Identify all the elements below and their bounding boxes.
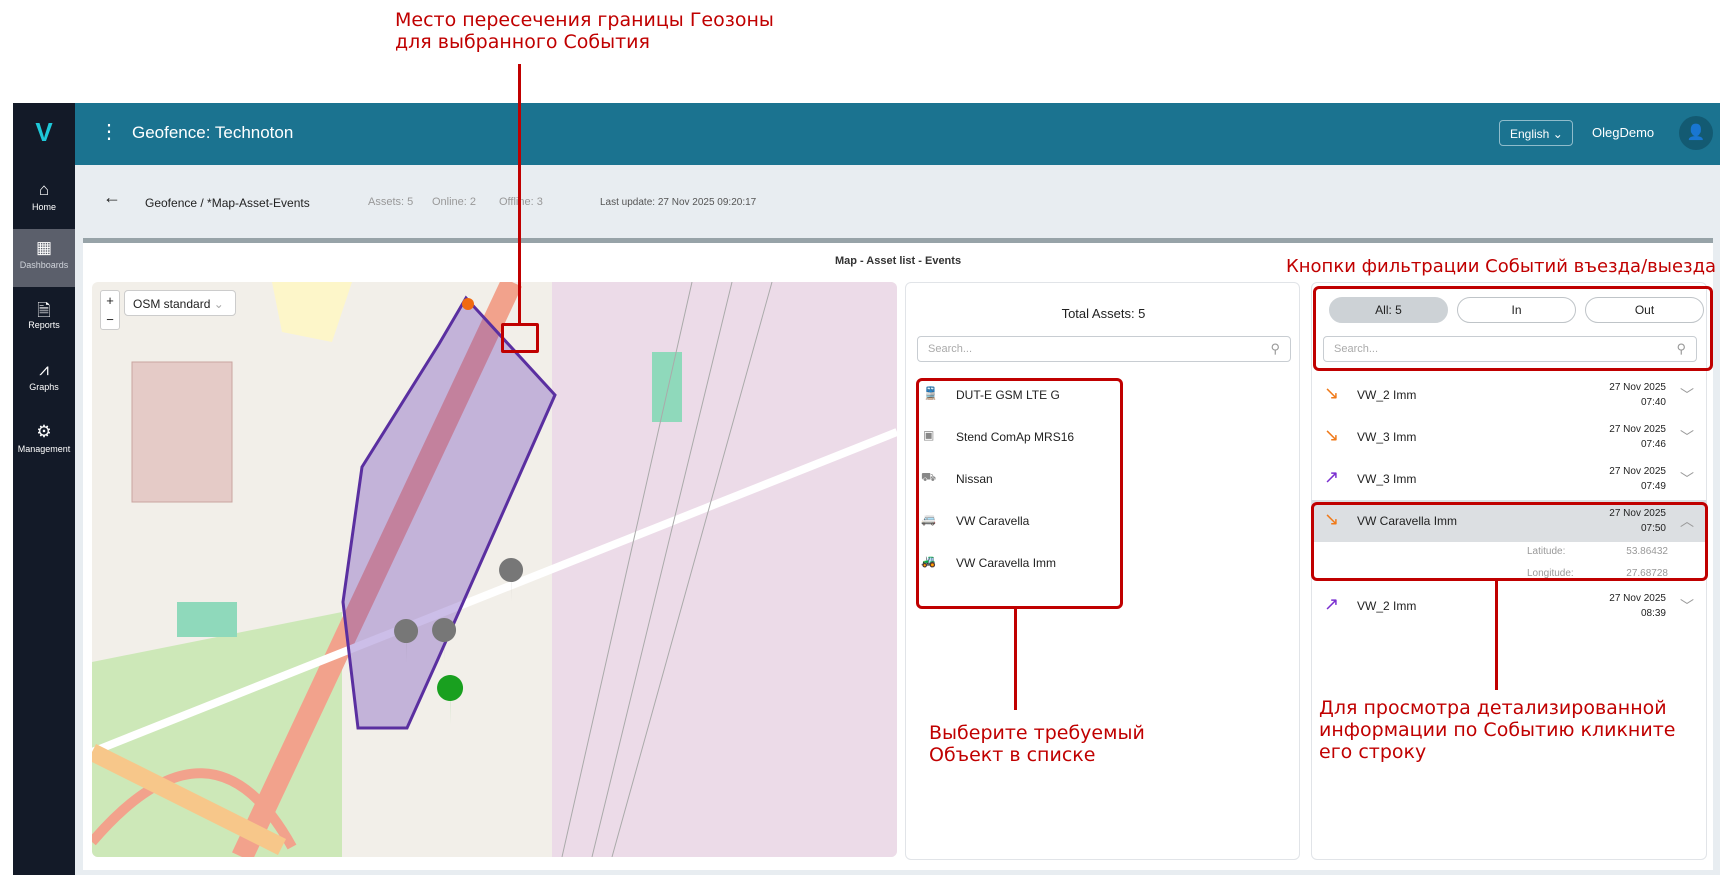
layer-value: OSM standard bbox=[133, 297, 211, 311]
annotation-line: Для просмотра детализированной bbox=[1319, 697, 1667, 719]
event-asset-name: VW_2 Imm bbox=[1357, 388, 1417, 402]
header: ⋮ Geofence: Technoton English ⌄ OlegDemo… bbox=[75, 103, 1720, 165]
gear-icon: ⚙ bbox=[36, 422, 52, 441]
intersection-point[interactable] bbox=[462, 298, 474, 310]
user-name[interactable]: OlegDemo bbox=[1592, 125, 1654, 140]
annotation-filters: Кнопки фильтрации Событий въезда/выезда bbox=[1286, 256, 1717, 277]
event-asset-name: VW_3 Imm bbox=[1357, 430, 1417, 444]
home-icon: ⌂ bbox=[38, 180, 50, 199]
sports-area bbox=[177, 602, 237, 637]
sidebar-item-reports[interactable]: 🗎 Reports bbox=[13, 289, 75, 347]
event-time: 07:49 bbox=[1640, 481, 1666, 492]
assets-count: Assets: 5 bbox=[368, 196, 414, 208]
annotation-highlight bbox=[916, 378, 1123, 609]
chevron-down-icon[interactable]: ﹀ bbox=[1680, 596, 1694, 616]
label: Dashboards bbox=[19, 260, 69, 270]
annotation-pointer bbox=[1014, 608, 1017, 710]
map-layer-select[interactable]: OSM standard ⌄ bbox=[124, 290, 236, 316]
annotation-line: информации по Событию кликните bbox=[1319, 719, 1676, 741]
arrow-down-right-icon: ↘ bbox=[1324, 425, 1340, 445]
event-time: 07:46 bbox=[1640, 439, 1666, 450]
annotation-intersection: Место пересечения границы Геозоны для выб… bbox=[395, 9, 774, 53]
language-select[interactable]: English ⌄ bbox=[1499, 120, 1573, 146]
arrow-up-right-icon: ↗ bbox=[1324, 467, 1340, 487]
report-icon: 🗎 bbox=[37, 301, 51, 320]
chevron-down-icon: ⌄ bbox=[213, 297, 224, 311]
sidebar-item-home[interactable]: ⌂ Home bbox=[13, 171, 75, 229]
annotation-line: его строку bbox=[1319, 741, 1427, 763]
last-update: Last update: 27 Nov 2025 09:20:17 bbox=[600, 197, 757, 208]
sidebar-item-management[interactable]: ⚙ Management bbox=[13, 413, 75, 471]
building bbox=[131, 361, 233, 503]
event-date: 27 Nov 2025 bbox=[1609, 424, 1666, 435]
arrow-up-right-icon: ↗ bbox=[1324, 594, 1340, 614]
arrow-down-right-icon: ↘ bbox=[1324, 383, 1340, 403]
event-datetime: 27 Nov 2025 07:46 bbox=[1609, 422, 1666, 452]
chevron-down-icon[interactable]: ﹀ bbox=[1680, 469, 1694, 489]
online-count: Online: 2 bbox=[432, 196, 477, 208]
graph-icon: ⩘ bbox=[39, 360, 49, 379]
event-datetime: 27 Nov 2025 07:40 bbox=[1609, 380, 1666, 410]
event-datetime: 27 Nov 2025 07:49 bbox=[1609, 464, 1666, 494]
event-datetime: 27 Nov 2025 08:39 bbox=[1609, 591, 1666, 621]
annotation-line: Место пересечения границы Геозоны bbox=[395, 9, 774, 31]
event-date: 27 Nov 2025 bbox=[1609, 466, 1666, 477]
chevron-down-icon[interactable]: ﹀ bbox=[1680, 427, 1694, 447]
event-row[interactable]: ↗ VW_2 Imm 27 Nov 2025 08:39 ﹀ bbox=[1312, 585, 1706, 627]
event-time: 07:40 bbox=[1640, 397, 1666, 408]
annotation-pointer bbox=[518, 64, 521, 324]
annotation-select: Выберите требуемый Объект в списке bbox=[929, 722, 1145, 766]
annotation-details: Для просмотра детализированной информации… bbox=[1319, 697, 1675, 763]
dashboard-icon: ▦ bbox=[35, 238, 53, 257]
avatar[interactable]: 👤 bbox=[1679, 116, 1713, 150]
event-time: 08:39 bbox=[1640, 608, 1666, 619]
annotation-line: Объект в списке bbox=[929, 744, 1096, 766]
annotation-highlight bbox=[501, 323, 539, 353]
event-date: 27 Nov 2025 bbox=[1609, 593, 1666, 604]
breadcrumb: Geofence / *Map-Asset-Events bbox=[145, 196, 310, 210]
annotation-pointer bbox=[1495, 580, 1498, 690]
annotation-highlight bbox=[1311, 502, 1708, 581]
event-row[interactable]: ↗ VW_3 Imm 27 Nov 2025 07:49 ﹀ bbox=[1312, 458, 1706, 500]
kindergarten-area bbox=[272, 282, 352, 342]
sidebar: V ⌂ Home ▦ Dashboards 🗎 Reports ⩘ Graphs ⚙ Ma… bbox=[13, 103, 75, 875]
industrial-area bbox=[552, 282, 897, 857]
label: Graphs bbox=[29, 382, 59, 392]
language-value: English bbox=[1510, 127, 1550, 141]
event-asset-name: VW_3 Imm bbox=[1357, 472, 1417, 486]
annotation-line: Выберите требуемый bbox=[929, 722, 1145, 744]
total-assets: Total Assets: 5 bbox=[1061, 306, 1146, 321]
label: Management bbox=[17, 444, 71, 454]
logo-icon[interactable]: V bbox=[13, 117, 75, 148]
event-asset-name: VW_2 Imm bbox=[1357, 599, 1417, 613]
label: Home bbox=[31, 202, 56, 212]
search-icon: ⚲ bbox=[1270, 341, 1280, 356]
chevron-down-icon: ⌄ bbox=[1552, 127, 1563, 141]
page-title: Geofence: Technoton bbox=[132, 123, 294, 142]
annotation-line: для выбранного События bbox=[395, 31, 650, 53]
zoom-controls: + − bbox=[100, 290, 120, 330]
map-canvas[interactable] bbox=[92, 282, 897, 857]
label: Reports bbox=[28, 320, 60, 330]
annotation-highlight bbox=[1313, 286, 1713, 371]
event-date: 27 Nov 2025 bbox=[1609, 382, 1666, 393]
sidebar-item-dashboards[interactable]: ▦ Dashboards bbox=[13, 229, 75, 287]
chevron-down-icon[interactable]: ﹀ bbox=[1680, 385, 1694, 405]
geofence-polygon[interactable] bbox=[341, 295, 557, 730]
more-menu-icon[interactable]: ⋮ bbox=[99, 119, 119, 144]
event-row[interactable]: ↘ VW_2 Imm 27 Nov 2025 07:40 ﹀ bbox=[1312, 374, 1706, 416]
selected-asset-marker[interactable] bbox=[437, 675, 464, 725]
sports-area bbox=[652, 352, 682, 422]
placeholder: Search... bbox=[928, 343, 973, 355]
zoom-out-button[interactable]: − bbox=[101, 310, 119, 329]
sidebar-item-graphs[interactable]: ⩘ Graphs bbox=[13, 351, 75, 409]
event-row[interactable]: ↘ VW_3 Imm 27 Nov 2025 07:46 ﹀ bbox=[1312, 416, 1706, 458]
zoom-in-button[interactable]: + bbox=[101, 291, 119, 310]
asset-search-input[interactable]: Search... ⚲ bbox=[917, 336, 1291, 362]
map[interactable]: + − OSM standard ⌄ bbox=[92, 282, 897, 857]
back-arrow-icon[interactable]: ← bbox=[103, 187, 121, 208]
